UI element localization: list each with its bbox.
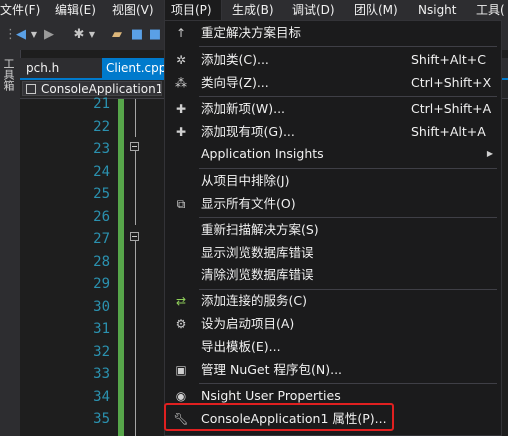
menu-bar: 文件(F) 编辑(E) 视图(V) 项目(P) 生成(B) 调试(D) 团队(M… xyxy=(0,0,508,21)
line-number: 32 xyxy=(93,343,110,360)
arrow-up-icon: ↑ xyxy=(175,26,187,40)
line-number: 34 xyxy=(93,388,110,405)
menu-item-retarget-solution[interactable]: ↑ 重定解决方案目标 xyxy=(165,22,501,45)
line-number: 28 xyxy=(93,253,110,270)
menu-build[interactable]: 生成(B) xyxy=(232,0,274,20)
line-number: 30 xyxy=(93,298,110,315)
menu-project[interactable]: 项目(P) xyxy=(164,0,222,21)
menu-item-export-template[interactable]: 导出模板(E)... xyxy=(165,336,501,359)
menu-file[interactable]: 文件(F) xyxy=(0,0,40,20)
toolbox-strip[interactable]: 工具箱 xyxy=(0,50,21,436)
connected-service-icon: ⇄ xyxy=(175,294,187,308)
menu-item-clear-browse-errors[interactable]: 清除浏览数据库错误 xyxy=(165,264,501,287)
line-number: 23 xyxy=(93,141,110,157)
class-wizard-icon: ⁂ xyxy=(175,75,187,90)
menu-item-application-insights[interactable]: Application Insights ▶ xyxy=(165,143,501,166)
menu-debug[interactable]: 调试(D) xyxy=(292,0,335,20)
show-all-files-icon: ⧉ xyxy=(176,196,186,211)
menu-separator xyxy=(199,168,497,169)
menu-item-show-all-files[interactable]: ⧉ 显示所有文件(O) xyxy=(165,193,501,216)
menu-item-set-startup-project[interactable]: ⚙ 设为启动项目(A) xyxy=(165,313,501,336)
line-number: 21 xyxy=(93,96,110,112)
nuget-icon: ▣ xyxy=(175,363,187,377)
menu-item-add-new-item[interactable]: ✚ 添加新项(W)... Ctrl+Shift+A xyxy=(165,98,501,121)
menu-item-rescan-solution[interactable]: 重新扫描解决方案(S) xyxy=(165,219,501,242)
menu-separator xyxy=(199,46,497,47)
add-new-item-icon: ✚ xyxy=(175,102,187,116)
menu-edit[interactable]: 编辑(E) xyxy=(55,0,96,20)
menu-view[interactable]: 视图(V) xyxy=(112,0,154,20)
menu-item-add-connected-service[interactable]: ⇄ 添加连接的服务(C) xyxy=(165,290,501,313)
add-existing-item-icon: ✚ xyxy=(175,124,187,139)
wrench-icon: 🔧︎ xyxy=(173,412,189,426)
menu-item-add-class[interactable]: ✲ 添加类(C)... Shift+Alt+C xyxy=(165,49,501,72)
back-arrow-icon[interactable]: ◀ xyxy=(14,26,28,44)
add-class-icon: ✲ xyxy=(175,53,187,67)
chevron-down-icon[interactable]: ▼ xyxy=(30,26,38,44)
menu-item-class-wizard[interactable]: ⁂ 类向导(Z)... Ctrl+Shift+X xyxy=(165,72,501,95)
line-number: 31 xyxy=(93,321,110,337)
menu-tools[interactable]: 工具( xyxy=(476,0,505,20)
outline-line xyxy=(135,99,136,137)
menu-separator xyxy=(199,217,497,218)
menu-item-add-existing-item[interactable]: ✚ 添加现有项(G)... Shift+Alt+A xyxy=(165,121,501,144)
menu-item-manage-nuget[interactable]: ▣ 管理 NuGet 程序包(N)... xyxy=(165,359,501,382)
outline-line xyxy=(135,151,136,225)
globe-icon: ◉ xyxy=(175,389,187,403)
collapse-icon[interactable] xyxy=(130,142,139,151)
gear-icon: ⚙ xyxy=(175,317,187,331)
menu-item-display-browse-errors[interactable]: 显示浏览数据库错误 xyxy=(165,242,501,265)
line-number: 29 xyxy=(93,276,110,292)
chevron-down-icon[interactable]: ▼ xyxy=(88,26,96,44)
line-number: 24 xyxy=(93,163,110,180)
menu-item-exclude-from-project[interactable]: 从项目中排除(J) xyxy=(165,170,501,193)
open-folder-icon[interactable]: ▰ xyxy=(110,26,124,44)
save-all-icon[interactable]: ■ xyxy=(148,26,162,44)
collapse-icon[interactable] xyxy=(130,232,139,241)
menu-nsight[interactable]: Nsight xyxy=(418,0,457,20)
menu-separator xyxy=(199,383,497,384)
line-number: 35 xyxy=(93,411,110,427)
forward-arrow-icon[interactable]: ▶ xyxy=(42,26,56,44)
toolbox-label[interactable]: 工具箱 xyxy=(2,58,16,91)
line-number: 33 xyxy=(93,366,110,382)
line-number: 26 xyxy=(93,208,110,225)
change-tracking-bar xyxy=(118,99,124,436)
menu-item-nsight-user-properties[interactable]: ◉ Nsight User Properties xyxy=(165,385,501,408)
project-menu: ↑ 重定解决方案目标 ✲ 添加类(C)... Shift+Alt+C ⁂ 类向导… xyxy=(164,20,502,436)
project-icon xyxy=(26,84,36,94)
save-icon[interactable]: ■ xyxy=(130,26,144,44)
menu-separator xyxy=(199,96,497,97)
line-number: 27 xyxy=(93,231,110,247)
tab-pch-h[interactable]: pch.h xyxy=(22,58,63,78)
submenu-arrow-icon: ▶ xyxy=(486,149,493,159)
toolbar-grip: ⋮ xyxy=(4,27,17,42)
menu-item-project-properties[interactable]: 🔧︎ ConsoleApplication1 属性(P)... xyxy=(165,408,501,431)
new-project-icon[interactable]: ✱ xyxy=(72,26,86,44)
outline-line xyxy=(135,241,136,436)
menu-team[interactable]: 团队(M) xyxy=(354,0,398,20)
line-number: 25 xyxy=(93,186,110,202)
line-number: 22 xyxy=(93,118,110,135)
